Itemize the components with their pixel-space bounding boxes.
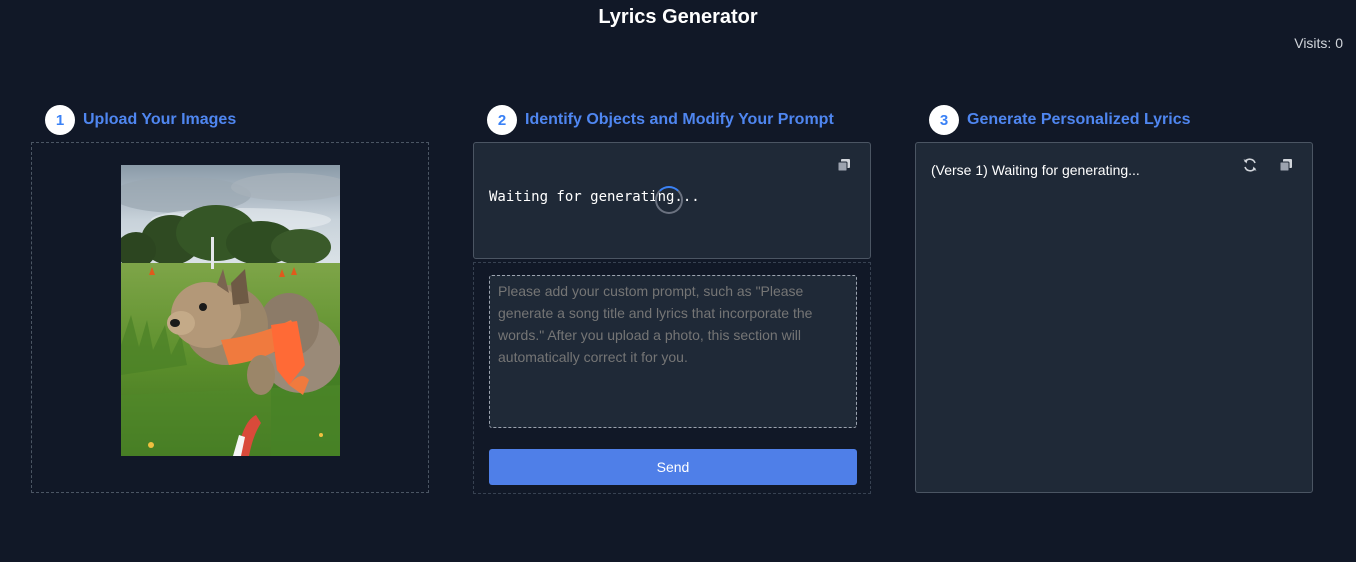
- identify-section: 2 Identify Objects and Modify Your Promp…: [473, 104, 871, 494]
- copy-icon[interactable]: [1279, 158, 1293, 172]
- step-number-3: 3: [929, 105, 959, 135]
- step-label-3: Generate Personalized Lyrics: [967, 111, 1191, 128]
- prompt-form: Send: [473, 262, 871, 494]
- send-button[interactable]: Send: [489, 449, 857, 485]
- step-label-1: Upload Your Images: [83, 111, 237, 128]
- uploaded-photo[interactable]: [121, 165, 340, 456]
- app-title: Lyrics Generator: [598, 6, 758, 28]
- lyrics-output-panel: (Verse 1) Waiting for generating...: [915, 142, 1313, 493]
- lyrics-text: (Verse 1) Waiting for generating...: [931, 162, 1140, 178]
- loading-spinner-icon: [655, 186, 683, 214]
- app-page: Lyrics Generator Visits: 0 1 Upload Your…: [0, 0, 1356, 562]
- custom-prompt-input[interactable]: [489, 275, 857, 428]
- step-number-2: 2: [487, 105, 517, 135]
- step-number-1: 1: [45, 105, 75, 135]
- step-header-3: 3 Generate Personalized Lyrics: [929, 104, 1313, 136]
- dog-photo-image: [121, 165, 340, 456]
- image-upload-dropzone[interactable]: [31, 142, 429, 493]
- lyrics-section: 3 Generate Personalized Lyrics (Verse 1)…: [915, 104, 1313, 493]
- copy-icon[interactable]: [837, 158, 851, 172]
- refresh-icon[interactable]: [1242, 157, 1257, 172]
- step-header-1: 1 Upload Your Images: [45, 104, 429, 136]
- upload-section: 1 Upload Your Images: [31, 104, 429, 493]
- identified-objects-panel: Waiting for generating...: [473, 142, 871, 259]
- step-header-2: 2 Identify Objects and Modify Your Promp…: [487, 104, 871, 136]
- visits-counter: Visits: 0: [1294, 35, 1343, 51]
- step-label-2: Identify Objects and Modify Your Prompt: [525, 111, 834, 128]
